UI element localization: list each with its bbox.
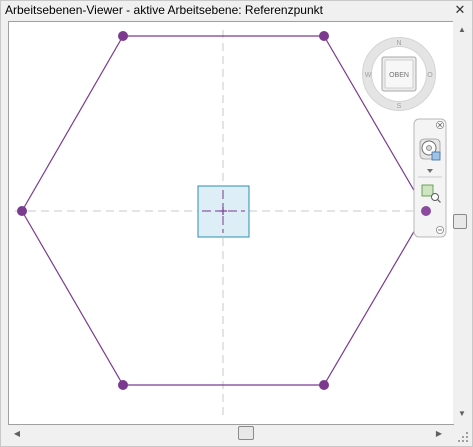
scroll-right-arrow-icon[interactable]: ▶ [432, 427, 446, 441]
horizontal-scrollbar[interactable]: ◀ ▶ [8, 425, 452, 443]
reference-point-work-plane[interactable] [197, 185, 250, 238]
navigation-bar [413, 118, 447, 238]
close-button[interactable]: ✕ [452, 2, 468, 18]
vertex-point[interactable] [319, 380, 329, 390]
vertex-point[interactable] [17, 206, 27, 216]
scroll-left-arrow-icon[interactable]: ◀ [10, 427, 24, 441]
resize-grip-icon[interactable] [455, 429, 471, 445]
compass-west-label[interactable]: W [365, 72, 372, 79]
vertical-scroll-thumb[interactable] [453, 214, 467, 229]
close-icon[interactable] [435, 121, 444, 130]
viewcube-face-label: OBEN [389, 72, 409, 79]
title-bar[interactable]: Arbeitsebenen-Viewer - aktive Arbeitsebe… [1, 1, 472, 19]
drawing-canvas[interactable]: OBEN N O S W [8, 21, 454, 425]
compass-north-label[interactable]: N [396, 40, 401, 47]
compass-east-label[interactable]: O [427, 72, 433, 79]
collapse-icon[interactable] [435, 225, 444, 234]
vertex-point[interactable] [118, 31, 128, 41]
vertex-point[interactable] [319, 31, 329, 41]
vertical-scrollbar[interactable]: ▲ ▼ [453, 21, 471, 424]
work-plane-viewer-window: Arbeitsebenen-Viewer - aktive Arbeitsebe… [0, 0, 473, 447]
steering-wheel-icon[interactable] [419, 138, 441, 161]
vertex-point[interactable] [421, 206, 431, 216]
viewcube[interactable]: OBEN N O S W [362, 37, 436, 111]
horizontal-scroll-thumb[interactable] [238, 426, 254, 440]
compass-south-label[interactable]: S [397, 103, 402, 110]
window-title: Arbeitsebenen-Viewer - aktive Arbeitsebe… [5, 3, 323, 17]
scroll-up-arrow-icon[interactable]: ▲ [455, 23, 469, 37]
vertex-point[interactable] [118, 380, 128, 390]
scroll-down-arrow-icon[interactable]: ▼ [455, 407, 469, 421]
drawing-svg: OBEN N O S W [15, 30, 447, 417]
